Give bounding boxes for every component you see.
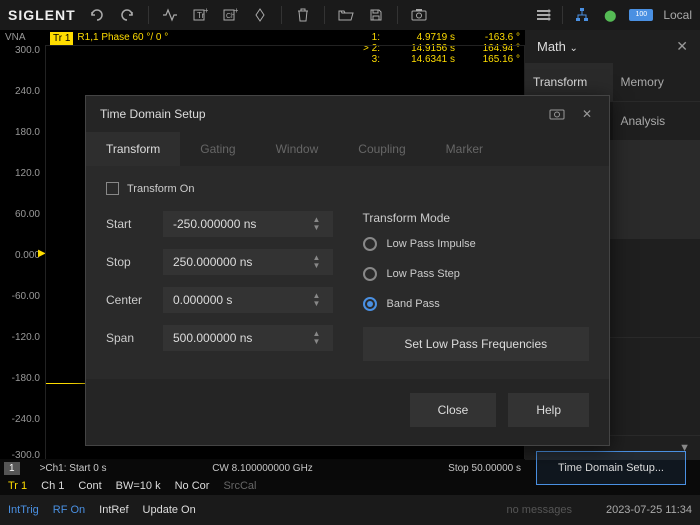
spin-down-icon[interactable]: ▼ [313, 263, 323, 269]
radio-low-pass-impulse[interactable]: Low Pass Impulse [363, 237, 590, 251]
status-tr[interactable]: Tr 1 [8, 480, 27, 492]
tab-transform[interactable]: Transform [86, 132, 180, 166]
center-label: Center [106, 293, 151, 307]
vna-label: VNA [5, 32, 26, 43]
status-rfon[interactable]: RF On [53, 504, 85, 516]
spin-down-icon[interactable]: ▼ [313, 339, 323, 345]
spin-down-icon[interactable]: ▼ [313, 301, 323, 307]
status-srccal[interactable]: SrcCal [223, 480, 256, 492]
svg-text:+: + [204, 7, 208, 15]
top-toolbar: SIGLENT Tr+ Ch+ ⬤ 100 Local [0, 0, 700, 30]
dialog-tabs: Transform Gating Window Coupling Marker [86, 132, 609, 166]
channel-add-icon[interactable]: Ch+ [221, 6, 239, 24]
spin-down-icon[interactable]: ▼ [313, 225, 323, 231]
power-icon[interactable]: ⬤ [601, 6, 619, 24]
dialog-title: Time Domain Setup [100, 107, 206, 121]
camera-icon[interactable] [549, 106, 565, 122]
start-label: Start [106, 217, 151, 231]
status-ch[interactable]: Ch 1 [41, 480, 64, 492]
trace-tag[interactable]: Tr 1 [50, 32, 73, 45]
time-domain-setup-dialog: Time Domain Setup ✕ Transform Gating Win… [85, 95, 610, 446]
menu-icon[interactable] [534, 6, 552, 24]
radio-band-pass[interactable]: Band Pass [363, 297, 590, 311]
screenshot-icon[interactable] [410, 6, 428, 24]
dialog-close-icon[interactable]: ✕ [579, 106, 595, 122]
trace-info: R1,1 Phase 60 °/ 0 ° [77, 32, 168, 45]
side-tab-analysis[interactable]: Analysis [613, 102, 700, 141]
brand-logo: SIGLENT [8, 7, 76, 23]
status-cont[interactable]: Cont [78, 480, 101, 492]
local-button[interactable]: Local [663, 8, 692, 22]
span-field[interactable]: 500.000000 ns▲▼ [163, 325, 333, 351]
time-domain-setup-button[interactable]: Time Domain Setup... [536, 451, 686, 485]
channel-number[interactable]: 1 [4, 462, 20, 475]
folder-open-icon[interactable] [337, 6, 355, 24]
svg-text:+: + [234, 7, 238, 15]
tab-marker[interactable]: Marker [426, 132, 503, 166]
undo-icon[interactable] [88, 6, 106, 24]
tab-gating[interactable]: Gating [180, 132, 255, 166]
save-icon[interactable] [367, 6, 385, 24]
close-button[interactable]: Close [410, 393, 497, 427]
help-button[interactable]: Help [508, 393, 589, 427]
redo-icon[interactable] [118, 6, 136, 24]
system-status-bar: IntTrig RF On IntRef Update On no messag… [0, 495, 700, 525]
channel-start: >Ch1: Start 0 s [40, 463, 107, 474]
y-axis: 300.0 240.0 180.0 120.0 60.00 0.000 -60.… [0, 45, 45, 445]
channel-cw: CW 8.100000000 GHz [212, 463, 313, 474]
side-title: Math ⌄ [537, 39, 578, 54]
trace-add-icon[interactable]: Tr+ [191, 6, 209, 24]
transform-mode-header: Transform Mode [363, 211, 590, 225]
status-update[interactable]: Update On [143, 504, 196, 516]
trash-icon[interactable] [294, 6, 312, 24]
set-low-pass-button[interactable]: Set Low Pass Frequencies [363, 327, 590, 361]
span-label: Span [106, 331, 151, 345]
start-field[interactable]: -250.000000 ns▲▼ [163, 211, 333, 237]
tab-window[interactable]: Window [256, 132, 339, 166]
waveform-icon[interactable] [161, 6, 179, 24]
network-icon[interactable] [573, 6, 591, 24]
close-icon[interactable]: ✕ [676, 38, 688, 55]
radio-low-pass-step[interactable]: Low Pass Step [363, 267, 590, 281]
marker-icon[interactable] [251, 6, 269, 24]
battery-icon: 100 [629, 9, 653, 21]
stop-label: Stop [106, 255, 151, 269]
status-bw[interactable]: BW=10 k [116, 480, 161, 492]
side-tab-memory[interactable]: Memory [613, 63, 700, 102]
status-intref[interactable]: IntRef [99, 504, 128, 516]
status-nocor[interactable]: No Cor [175, 480, 210, 492]
tab-coupling[interactable]: Coupling [338, 132, 425, 166]
stop-field[interactable]: 250.000000 ns▲▼ [163, 249, 333, 275]
channel-status-bar: 1 >Ch1: Start 0 s CW 8.100000000 GHz Sto… [0, 459, 525, 477]
transform-on-checkbox[interactable]: Transform On [106, 182, 589, 195]
channel-stop: Stop 50.00000 s [448, 463, 521, 474]
checkbox-icon[interactable] [106, 182, 119, 195]
status-inttrig[interactable]: IntTrig [8, 504, 39, 516]
status-datetime: 2023-07-25 11:34 [606, 504, 692, 516]
center-field[interactable]: 0.000000 s▲▼ [163, 287, 333, 313]
status-messages[interactable]: no messages [507, 504, 572, 516]
